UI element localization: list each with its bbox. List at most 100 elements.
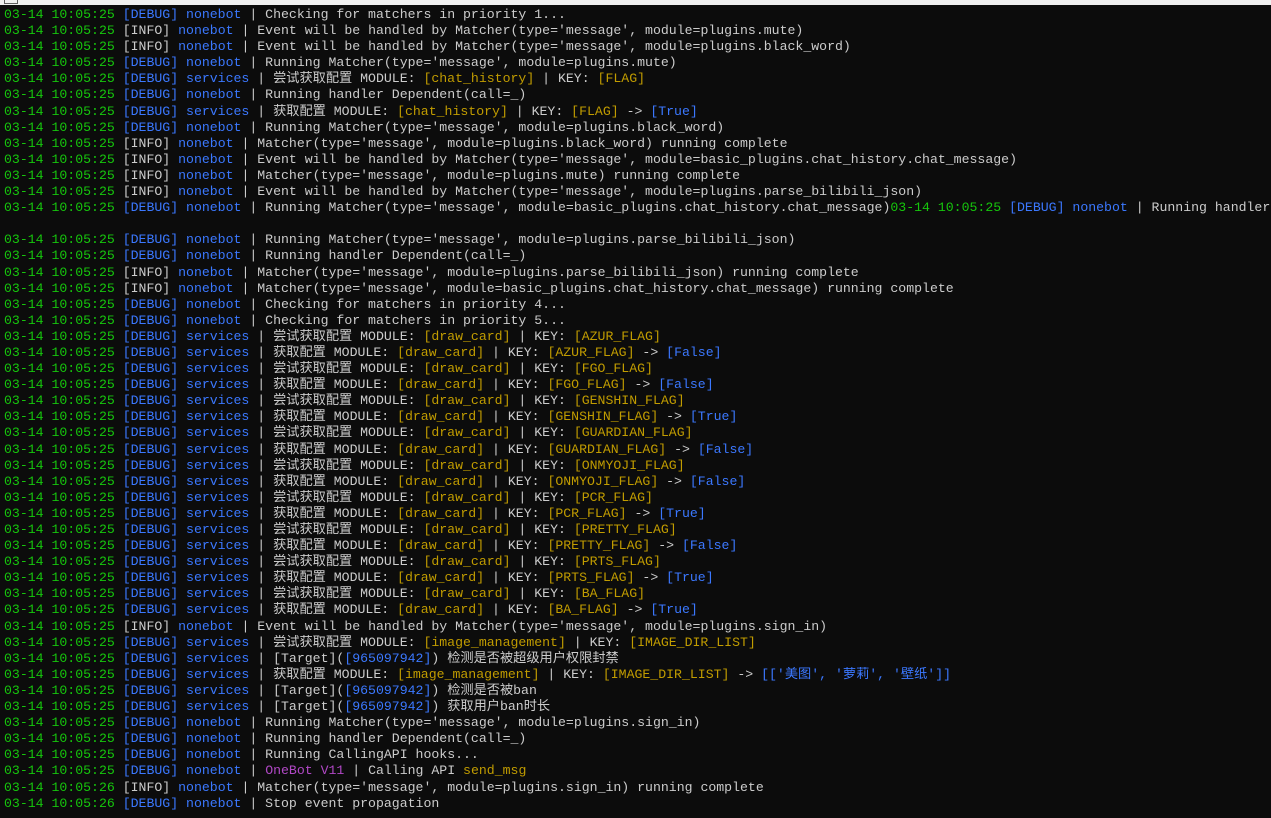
log-segment: services — [186, 538, 250, 554]
log-segment: 03-14 10:05:25 — [4, 23, 123, 39]
log-segment: 03-14 10:05:25 — [4, 7, 123, 22]
log-segment: | KEY: — [484, 441, 548, 457]
log-segment: 03-14 10:05:25 — [4, 747, 123, 763]
log-segment: | 获取配置 MODULE: — [249, 473, 398, 489]
log-segment: | KEY: — [510, 586, 574, 602]
log-segment: | 获取配置 MODULE: — [249, 441, 398, 457]
log-segment: [INFO] — [122, 151, 179, 167]
log-segment: | Running Matcher(type='message', module… — [241, 232, 796, 248]
log-segment: nonebot — [178, 23, 234, 39]
log-segment: 03-14 10:05:25 — [4, 473, 123, 489]
log-segment: -> — [658, 473, 690, 489]
window-control-icon — [4, 0, 18, 4]
log-segment: [DEBUG] — [122, 248, 187, 264]
log-line: 03-14 10:05:25 [DEBUG] services | 尝试获取配置… — [4, 329, 1271, 345]
log-segment: | KEY: — [484, 570, 548, 586]
log-segment: services — [186, 634, 250, 650]
log-segment: [DEBUG] — [122, 71, 187, 87]
log-segment: [DEBUG] — [122, 538, 187, 554]
log-segment: [DEBUG] — [122, 200, 187, 216]
log-segment: services — [186, 361, 250, 377]
log-segment: | 尝试获取配置 MODULE: — [249, 634, 424, 650]
log-segment: [INFO] — [122, 39, 179, 55]
log-segment: | Calling API — [344, 763, 464, 779]
log-line: 03-14 10:05:25 [DEBUG] services | 尝试获取配置… — [4, 393, 1271, 409]
log-segment: 03-14 10:05:25 — [4, 248, 123, 264]
log-segment: [DEBUG] — [122, 103, 187, 119]
log-segment: | Matcher(type='message', module=plugins… — [233, 264, 859, 280]
log-segment: [DEBUG] — [122, 699, 187, 715]
log-segment: | Event will be handled by Matcher(type=… — [233, 23, 804, 39]
log-segment: 03-14 10:05:26 — [4, 795, 123, 811]
log-line: 03-14 10:05:26 [INFO] nonebot | Matcher(… — [4, 780, 1271, 796]
log-segment: 03-14 10:05:25 — [4, 377, 123, 393]
log-segment: [True] — [658, 505, 706, 521]
log-segment: | Running Matcher(type='message', module… — [241, 715, 701, 731]
log-segment: [AZUR_FLAG] — [547, 344, 635, 360]
log-line: 03-14 10:05:25 [DEBUG] services | [Targe… — [4, 683, 1271, 699]
log-segment: | 尝试获取配置 MODULE: — [249, 554, 424, 570]
log-segment: [GENSHIN_FLAG] — [547, 409, 659, 425]
log-segment: | 获取配置 MODULE: — [249, 570, 398, 586]
log-segment: -> — [626, 377, 659, 393]
log-segment: nonebot — [186, 200, 242, 216]
log-segment: services — [186, 650, 250, 666]
log-segment: 03-14 10:05:25 — [4, 55, 123, 71]
log-segment: [draw_card] — [423, 489, 511, 505]
log-segment: | KEY: — [507, 103, 572, 119]
log-segment: [draw_card] — [423, 425, 511, 441]
log-segment: nonebot — [178, 779, 234, 795]
log-segment: | KEY: — [484, 409, 548, 425]
log-segment: nonebot — [178, 264, 234, 280]
window-title-bar — [0, 0, 1271, 5]
log-segment: -> — [650, 538, 682, 554]
log-line: 03-14 10:05:25 [INFO] nonebot | Matcher(… — [4, 168, 1271, 184]
log-segment: 03-14 10:05:25 — [4, 441, 123, 457]
terminal-log-output[interactable]: 03-14 10:05:25 [DEBUG] nonebot | Checkin… — [4, 7, 1271, 818]
log-segment: 03-14 10:05:25 — [890, 200, 1010, 216]
log-segment: services — [186, 682, 250, 698]
log-line: 03-14 10:05:25 [DEBUG] services | 尝试获取配置… — [4, 635, 1271, 651]
log-segment: [965097942] — [344, 650, 432, 666]
log-segment: services — [186, 344, 250, 360]
log-segment: [FGO_FLAG] — [573, 361, 653, 377]
log-line: 03-14 10:05:25 [DEBUG] services | [Targe… — [4, 699, 1271, 715]
log-segment: [draw_card] — [423, 393, 511, 409]
log-segment: 03-14 10:05:25 — [4, 344, 123, 360]
log-segment: [FLAG] — [571, 103, 619, 119]
log-segment: nonebot — [186, 87, 242, 103]
log-segment: | Running Matcher(type='message', module… — [241, 119, 725, 135]
log-segment: nonebot — [186, 715, 242, 731]
log-line: 03-14 10:05:25 [DEBUG] services | 尝试获取配置… — [4, 490, 1271, 506]
log-segment: nonebot — [186, 795, 242, 811]
log-segment: nonebot — [178, 39, 234, 55]
log-segment: services — [186, 71, 250, 87]
log-segment: 03-14 10:05:25 — [4, 232, 123, 248]
log-segment: [draw_card] — [423, 554, 511, 570]
log-line: 03-14 10:05:25 [DEBUG] services | [Targe… — [4, 651, 1271, 667]
log-segment: [DEBUG] — [122, 55, 187, 71]
log-segment: 03-14 10:05:25 — [4, 200, 123, 216]
log-segment: [DEBUG] — [122, 554, 187, 570]
log-segment: | Running handler Dependent(call=_) — [241, 731, 527, 747]
log-segment: [image_management] — [397, 666, 540, 682]
log-segment: [DEBUG] — [122, 328, 187, 344]
log-segment: -> — [666, 441, 698, 457]
log-segment: | KEY: — [510, 522, 574, 537]
log-segment: [DEBUG] — [122, 666, 187, 682]
log-line: 03-14 10:05:25 [INFO] nonebot | Event wi… — [4, 619, 1271, 635]
log-segment: | KEY: — [484, 505, 548, 521]
log-segment: 03-14 10:05:25 — [4, 457, 123, 473]
log-segment: [INFO] — [122, 23, 179, 39]
log-segment: | 获取配置 MODULE: — [249, 103, 398, 119]
log-segment: [DEBUG] — [122, 747, 187, 763]
log-segment: 03-14 10:05:25 — [4, 312, 123, 328]
log-segment: ) 获取用户ban时长 — [431, 699, 551, 715]
log-line: 03-14 10:05:25 [DEBUG] services | 尝试获取配置… — [4, 554, 1271, 570]
log-segment: [DEBUG] — [122, 87, 187, 103]
log-segment: [chat_history] — [397, 103, 508, 119]
log-segment: 03-14 10:05:25 — [4, 666, 123, 682]
log-segment: [DEBUG] — [122, 7, 187, 22]
log-segment: 03-14 10:05:25 — [4, 103, 123, 119]
log-segment: [image_management] — [423, 634, 566, 650]
